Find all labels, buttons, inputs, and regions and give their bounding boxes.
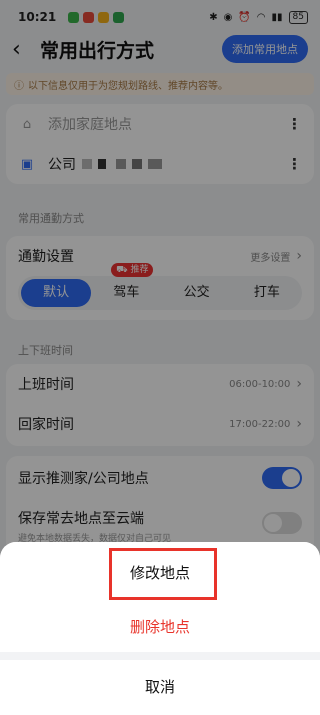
highlight-box [109,548,217,600]
delete-place-button[interactable]: 删除地点 [0,616,320,637]
action-sheet: 修改地点 删除地点 取消 [0,542,320,715]
cancel-area: 取消 [0,660,320,715]
action-sheet-options: 修改地点 删除地点 [0,542,320,652]
cancel-button[interactable]: 取消 [0,676,320,697]
